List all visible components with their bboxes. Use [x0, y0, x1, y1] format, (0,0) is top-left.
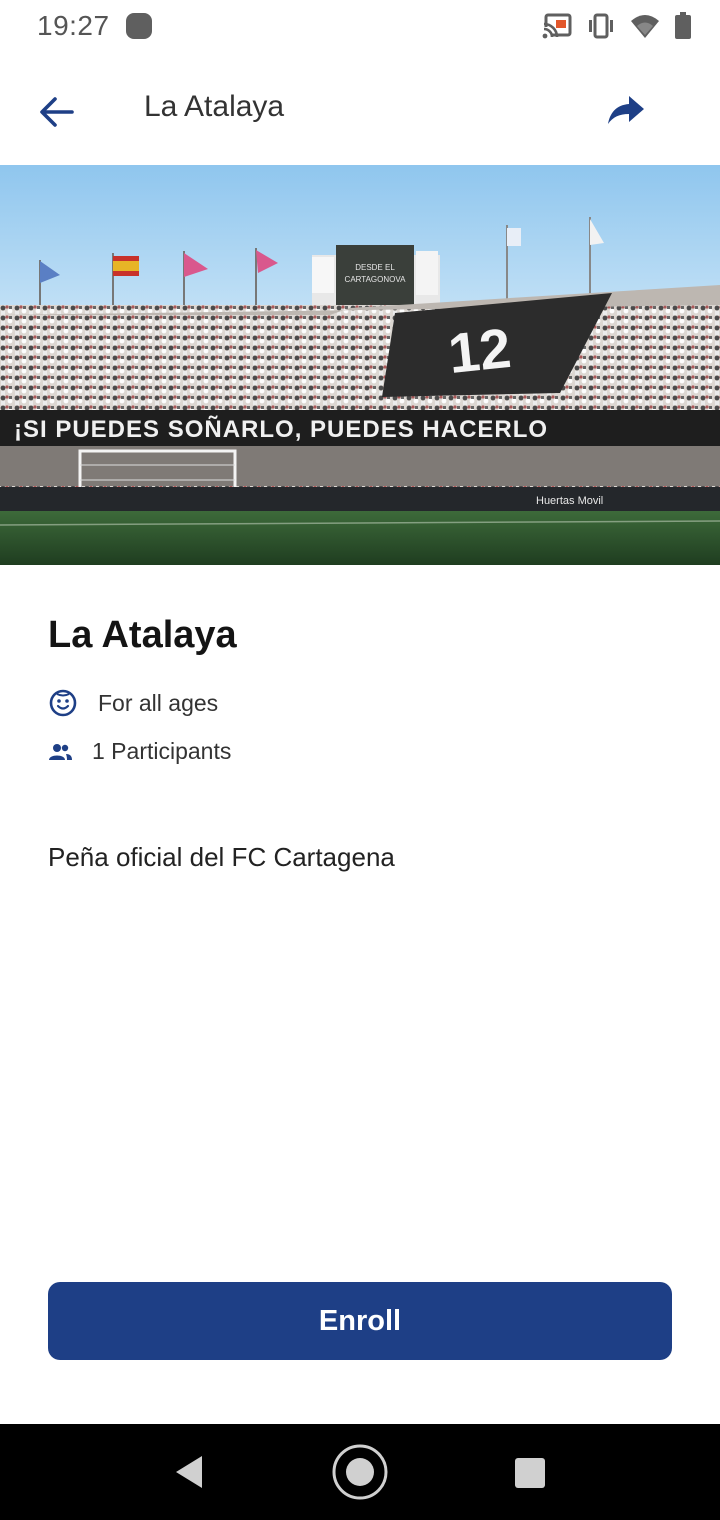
back-button[interactable]	[28, 84, 84, 140]
share-icon	[608, 96, 644, 124]
event-description: Peña oficial del FC Cartagena	[48, 842, 395, 872]
screen: 19:27 La Atalaya DESDE EL CARTAGONOVA 12…	[0, 0, 720, 1520]
status-icons	[542, 10, 692, 42]
event-title: La Atalaya	[48, 614, 237, 656]
cast-icon	[542, 13, 572, 39]
hero-banner-text: ¡SI PUEDES SOÑARLO, PUEDES HACERLO	[14, 415, 548, 443]
enroll-button[interactable]: Enroll	[48, 1282, 672, 1360]
share-button[interactable]	[598, 82, 654, 138]
participants-label: 1 Participants	[92, 738, 232, 764]
ages-row: For all ages	[48, 688, 218, 718]
nav-back-icon[interactable]	[172, 1454, 206, 1490]
battery-icon	[675, 12, 691, 39]
wifi-icon	[631, 15, 659, 38]
ages-label: For all ages	[98, 689, 219, 716]
hero-image: DESDE EL CARTAGONOVA 12 ¡SI PUEDES SOÑAR…	[0, 165, 720, 565]
status-time: 19:27	[37, 10, 110, 41]
arrow-back-icon	[40, 97, 74, 127]
child-face-icon	[48, 688, 78, 718]
system-nav-bar	[0, 1424, 720, 1520]
svg-text:CARTAGONOVA: CARTAGONOVA	[345, 275, 407, 284]
svg-text:Huertas Movil: Huertas Movil	[536, 495, 603, 507]
people-icon	[48, 740, 72, 764]
app-bar-title: La Atalaya	[144, 90, 285, 123]
status-bar: 19:27	[0, 0, 720, 52]
enroll-button-label: Enroll	[318, 1304, 402, 1337]
scoreboard-text: DESDE EL	[355, 263, 395, 272]
nav-home-icon[interactable]	[331, 1443, 389, 1501]
participants-row: 1 Participants	[48, 738, 231, 765]
app-bar: La Atalaya	[0, 52, 720, 164]
nav-recents-icon[interactable]	[514, 1457, 546, 1489]
notification-dot-icon	[126, 13, 152, 39]
vibrate-icon	[589, 13, 613, 39]
hero-flag-number: 12	[445, 316, 514, 385]
